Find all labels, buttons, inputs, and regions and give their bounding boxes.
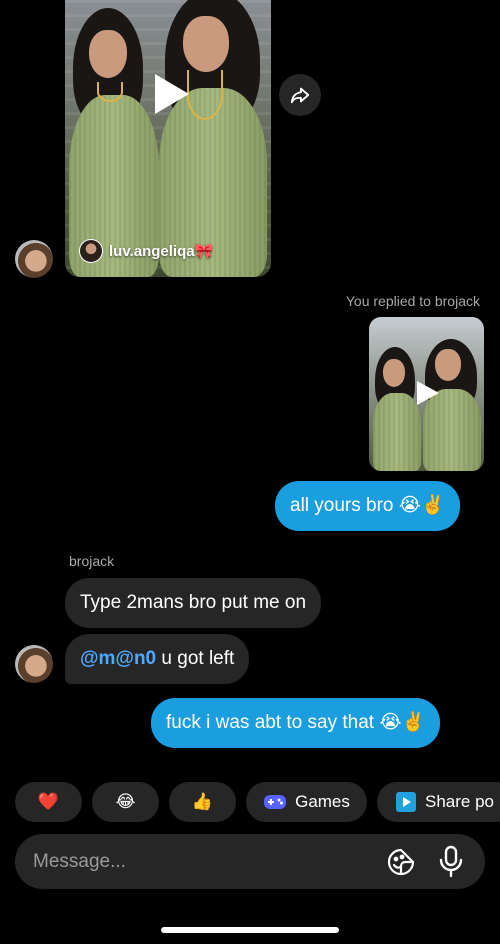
reply-caption: You replied to brojack (345, 293, 480, 309)
share-arrow-icon (290, 87, 310, 104)
play-square-icon (396, 792, 416, 812)
games-button[interactable]: Games (246, 782, 367, 822)
sender-avatar[interactable] (15, 240, 53, 278)
reel-username-text: luv.angeliqa🎀 (109, 243, 214, 260)
microphone-icon[interactable] (437, 845, 465, 879)
play-icon[interactable] (155, 74, 189, 114)
gamepad-icon (264, 795, 287, 809)
reel-person-left (67, 0, 162, 277)
reel-username[interactable]: luv.angeliqa🎀 (79, 239, 213, 263)
user-mention[interactable]: @m@n0 (80, 648, 156, 669)
games-label: Games (295, 792, 350, 811)
share-button[interactable] (279, 74, 321, 116)
share-post-label: Share po (425, 792, 494, 811)
message-bubble-outgoing[interactable]: all yours bro 😭✌️ (275, 481, 460, 531)
quick-reply-thumbs-up[interactable]: 👍 (169, 782, 236, 822)
thumbs-up-icon: 👍 (191, 792, 214, 811)
quick-reply-heart[interactable]: ❤️ (15, 782, 82, 822)
message-input[interactable]: Message... (33, 851, 126, 873)
message-bubble-outgoing[interactable]: fuck i was abt to say that 😭✌️ (151, 698, 441, 748)
home-indicator[interactable] (161, 927, 339, 933)
reel-user-avatar (79, 239, 103, 263)
quick-reply-laugh[interactable]: 😂 (92, 782, 159, 822)
share-post-button[interactable]: Share po (377, 782, 500, 822)
shared-reel-card[interactable]: luv.angeliqa🎀 (65, 0, 271, 277)
sticker-icon[interactable] (385, 846, 417, 878)
message-bubble-incoming[interactable]: @m@n0 u got left (65, 634, 250, 684)
thumb-person-left (371, 337, 423, 471)
sender-name: brojack (69, 553, 115, 569)
laughing-emoji-icon: 😂 (115, 792, 136, 811)
replied-reel-thumbnail[interactable] (369, 317, 484, 471)
message-text: u got left (156, 648, 235, 669)
play-icon[interactable] (417, 381, 439, 405)
message-composer[interactable]: Message... (15, 834, 485, 889)
heart-icon: ❤️ (37, 792, 60, 811)
message-bubble-incoming[interactable]: Type 2mans bro put me on (65, 578, 322, 628)
sender-avatar[interactable] (15, 645, 53, 683)
reel-person-right (153, 0, 271, 277)
thumb-person-right (419, 339, 483, 471)
